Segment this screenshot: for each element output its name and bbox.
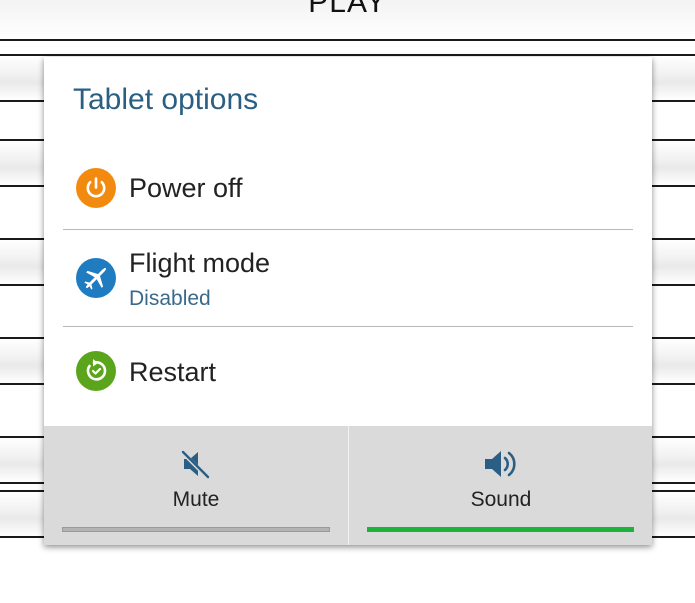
mute-button[interactable]: Mute (44, 426, 348, 545)
restart-label: Restart (129, 357, 217, 387)
sound-button[interactable]: Sound (349, 426, 653, 545)
power-off-label: Power off (129, 173, 243, 203)
tablet-options-dialog: Tablet options Power off Flight mode Dis… (44, 57, 652, 545)
flight-mode-option[interactable]: Flight mode Disabled (63, 230, 633, 326)
power-off-option[interactable]: Power off (63, 149, 633, 229)
dialog-title: Tablet options (73, 83, 259, 116)
power-icon (76, 168, 116, 208)
play-button-label: PLAY (308, 0, 387, 19)
mute-icon (176, 444, 216, 484)
sound-indicator (367, 527, 634, 532)
screen: PLAY Tablet options Power off Flight mod… (0, 0, 695, 603)
airplane-off-icon (76, 258, 116, 298)
restart-icon (76, 351, 116, 391)
flight-mode-status: Disabled (129, 287, 211, 310)
mute-label: Mute (172, 488, 220, 511)
sound-label: Sound (470, 488, 532, 511)
restart-option[interactable]: Restart (63, 327, 633, 417)
sound-mode-bar: Mute Sound (44, 426, 652, 545)
speaker-icon (480, 444, 520, 484)
mute-indicator (62, 527, 330, 532)
flight-mode-label: Flight mode (129, 248, 271, 278)
play-button[interactable]: PLAY (0, 0, 695, 41)
